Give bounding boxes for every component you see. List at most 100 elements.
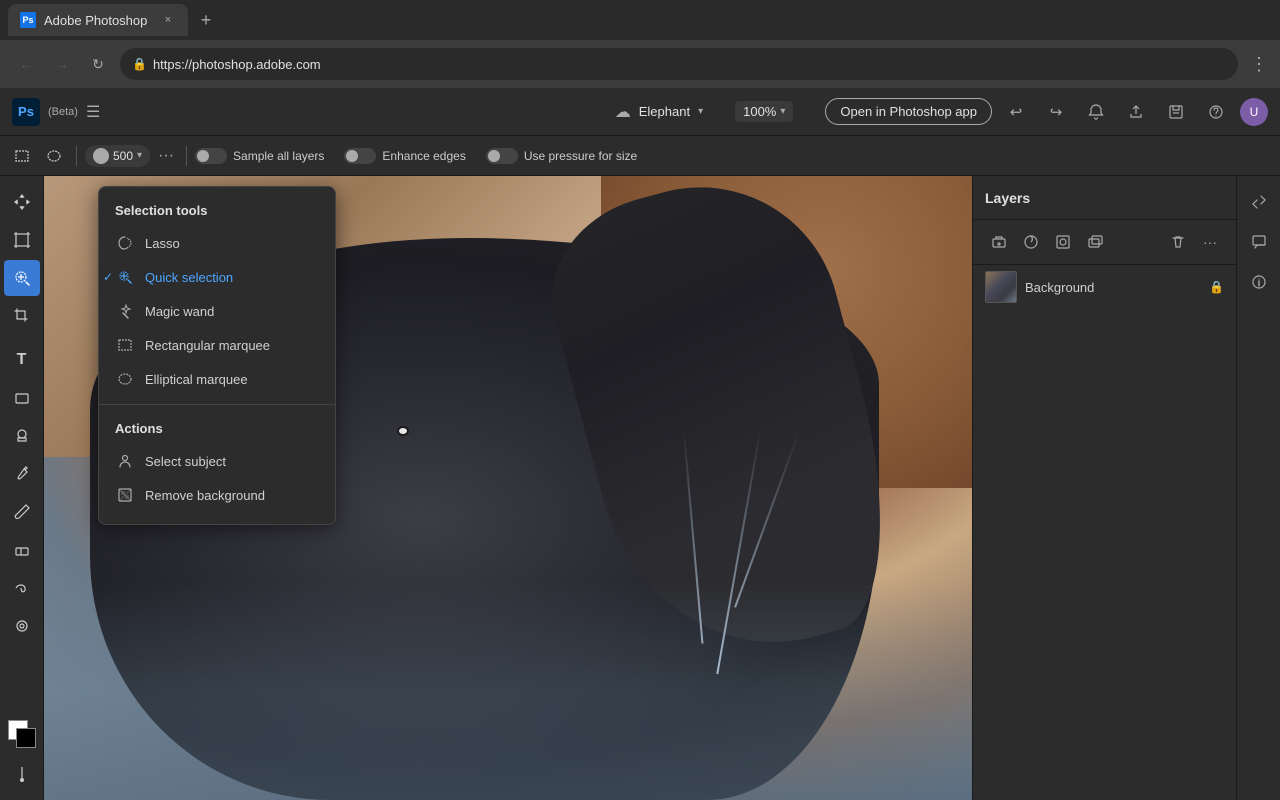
new-tab-button[interactable]: +: [192, 6, 220, 34]
lasso-tool-item[interactable]: Lasso: [99, 226, 335, 260]
panel-header: Layers: [973, 176, 1236, 220]
remove-background-label: Remove background: [145, 488, 265, 503]
document-name[interactable]: Elephant: [639, 104, 690, 119]
redo-button[interactable]: ↪: [1040, 96, 1072, 128]
elliptical-marquee-icon: [115, 369, 135, 389]
sample-all-layers-toggle[interactable]: [195, 148, 227, 164]
use-pressure-toggle-group: Use pressure for size: [486, 148, 637, 164]
hamburger-menu-button[interactable]: ☰: [86, 102, 100, 122]
layer-thumbnail: [985, 271, 1017, 303]
elliptical-marquee-label: Elliptical marquee: [145, 372, 248, 387]
tab-title: Adobe Photoshop: [44, 13, 152, 28]
chat-button[interactable]: [1241, 224, 1277, 260]
magic-wand-item[interactable]: Magic wand: [99, 294, 335, 328]
elliptical-marquee-tool-btn[interactable]: [40, 142, 68, 170]
address-bar: ← → ↻ 🔒 https://photoshop.adobe.com ⋮: [0, 40, 1280, 88]
menu-divider: [99, 404, 335, 405]
select-subject-icon: [115, 451, 135, 471]
tab-close-button[interactable]: ×: [160, 12, 176, 28]
enhance-edges-toggle[interactable]: [344, 148, 376, 164]
reload-button[interactable]: ↻: [84, 50, 112, 78]
color-swatch[interactable]: [8, 720, 36, 748]
use-pressure-label: Use pressure for size: [524, 149, 637, 163]
use-pressure-toggle[interactable]: [486, 148, 518, 164]
lock-icon: 🔒: [132, 57, 147, 71]
brush-size-control[interactable]: 500 ▾: [85, 145, 150, 167]
add-layer-button[interactable]: [985, 228, 1013, 256]
background-color[interactable]: [16, 728, 36, 748]
layer-lock-icon: 🔒: [1209, 280, 1224, 294]
tab-favicon: Ps: [20, 12, 36, 28]
mask-button[interactable]: [1049, 228, 1077, 256]
expand-panels-button[interactable]: [1241, 184, 1277, 220]
enhance-edges-label: Enhance edges: [382, 149, 465, 163]
open-in-photoshop-button[interactable]: Open in Photoshop app: [825, 98, 992, 125]
browser-chrome: Ps Adobe Photoshop × + ← → ↻ 🔒 https://p…: [0, 0, 1280, 88]
rectangular-marquee-label: Rectangular marquee: [145, 338, 270, 353]
beta-badge: (Beta): [48, 106, 78, 118]
effects-button[interactable]: [1017, 228, 1045, 256]
crop-tool[interactable]: [4, 298, 40, 334]
quick-selection-tool[interactable]: [4, 260, 40, 296]
select-subject-item[interactable]: Select subject: [99, 444, 335, 478]
remove-background-item[interactable]: Remove background: [99, 478, 335, 512]
layers-more-icon: ···: [1203, 234, 1217, 250]
background-layer-item[interactable]: Background 🔒: [973, 265, 1236, 309]
eyedropper-tool[interactable]: [4, 456, 40, 492]
rectangular-marquee-item[interactable]: Rectangular marquee: [99, 328, 335, 362]
app-header: Ps (Beta) ☰ ☁ Elephant ▾ 100% ▾ Open in …: [0, 88, 1280, 136]
back-button[interactable]: ←: [12, 50, 40, 78]
enhance-edges-toggle-group: Enhance edges: [344, 148, 465, 164]
actions-section-title: Actions: [99, 413, 335, 444]
rectangular-marquee-tool-btn[interactable]: [8, 142, 36, 170]
info-button[interactable]: [1241, 264, 1277, 300]
magic-wand-icon: [115, 301, 135, 321]
elliptical-marquee-item[interactable]: Elliptical marquee: [99, 362, 335, 396]
layers-more-button[interactable]: ···: [1196, 228, 1224, 256]
artboard-tool[interactable]: [4, 222, 40, 258]
url-bar[interactable]: 🔒 https://photoshop.adobe.com: [120, 48, 1238, 80]
quick-selection-item[interactable]: ✓ Quick selection: [99, 260, 335, 294]
sample-all-layers-toggle-group: Sample all layers: [195, 148, 324, 164]
share-button[interactable]: [1120, 96, 1152, 128]
forward-button[interactable]: →: [48, 50, 76, 78]
shape-tool[interactable]: [4, 380, 40, 416]
delete-layer-button[interactable]: [1164, 228, 1192, 256]
adjust-tool[interactable]: [4, 756, 40, 792]
user-avatar[interactable]: U: [1240, 98, 1268, 126]
water-base: [44, 582, 972, 800]
stamp-tool[interactable]: [4, 418, 40, 454]
brush-tool[interactable]: [4, 494, 40, 530]
photoshop-app: Ps (Beta) ☰ ☁ Elephant ▾ 100% ▾ Open in …: [0, 88, 1280, 800]
quick-selection-icon: [115, 267, 135, 287]
rectangular-marquee-icon: [115, 335, 135, 355]
layers-panel: Layers ···: [972, 176, 1236, 800]
dodge-tool[interactable]: [4, 608, 40, 644]
zoom-chevron: ▾: [780, 106, 785, 117]
doc-name-chevron[interactable]: ▾: [698, 106, 703, 117]
active-tab[interactable]: Ps Adobe Photoshop ×: [8, 4, 188, 36]
eraser-tool[interactable]: [4, 532, 40, 568]
select-subject-label: Select subject: [145, 454, 226, 469]
move-tool[interactable]: [4, 184, 40, 220]
smudge-tool[interactable]: [4, 570, 40, 606]
layer-name: Background: [1025, 280, 1201, 295]
help-button[interactable]: [1200, 96, 1232, 128]
remove-background-icon: [115, 485, 135, 505]
lasso-icon: [115, 233, 135, 253]
toolbar-more-button[interactable]: ···: [154, 147, 178, 165]
type-tool[interactable]: T: [4, 342, 40, 378]
clip-mask-button[interactable]: [1081, 228, 1109, 256]
right-sidebar: [1236, 176, 1280, 800]
quick-selection-label: Quick selection: [145, 270, 233, 285]
zoom-control[interactable]: 100% ▾: [735, 101, 793, 122]
notification-button[interactable]: [1080, 96, 1112, 128]
toolbar-divider-1: [76, 146, 77, 166]
brush-size-chevron: ▾: [137, 150, 142, 161]
left-sidebar: T: [0, 176, 44, 800]
main-toolbar: 500 ▾ ··· Sample all layers Enhance edge…: [0, 136, 1280, 176]
undo-button[interactable]: ↩: [1000, 96, 1032, 128]
browser-menu-button[interactable]: ⋮: [1250, 54, 1268, 75]
save-button[interactable]: [1160, 96, 1192, 128]
canvas-area[interactable]: Selection tools Lasso ✓ Quick selection: [44, 176, 972, 800]
